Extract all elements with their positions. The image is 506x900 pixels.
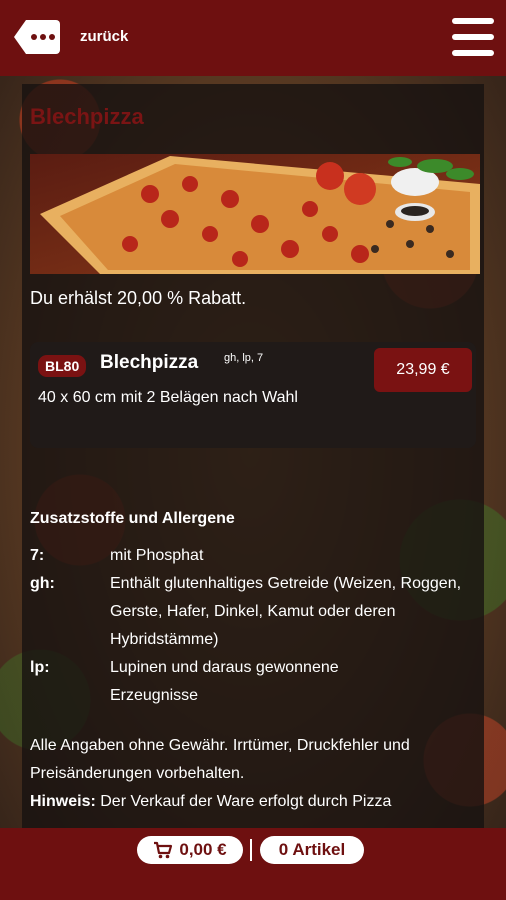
allergen-key: gh: bbox=[30, 575, 55, 592]
hamburger-menu-icon[interactable] bbox=[452, 18, 494, 56]
allergen-key: lp: bbox=[30, 659, 50, 676]
top-bar: zurück bbox=[0, 0, 506, 76]
bottom-cart-bar: 0,00 € 0 Artikel bbox=[0, 828, 506, 900]
content-panel: Blechpizza Du erhälst 20,00 % Rabatt. BL… bbox=[22, 84, 484, 830]
cart-icon bbox=[154, 841, 173, 859]
product-allergen-codes: gh, lp, 7 bbox=[224, 352, 264, 364]
hint-body: Der Verkauf der Ware erfolgt durch Pizza bbox=[100, 793, 392, 810]
allergen-row: lp: Lupinen und daraus gewonnene Erzeugn… bbox=[30, 654, 480, 710]
hint-label: Hinweis: bbox=[30, 793, 96, 810]
category-image bbox=[30, 154, 480, 274]
disclaimer-text: Alle Angaben ohne Gewähr. Irrtümer, Druc… bbox=[30, 737, 410, 782]
divider bbox=[250, 839, 252, 861]
discount-text: Du erhälst 20,00 % Rabatt. bbox=[30, 288, 247, 308]
allergens-title: Zusatzstoffe und Allergene bbox=[30, 510, 235, 527]
product-code-badge: BL80 bbox=[38, 355, 87, 377]
allergen-row: 7: mit Phosphat bbox=[30, 542, 480, 570]
back-label[interactable]: zurück bbox=[80, 28, 128, 45]
product-name: Blechpizza bbox=[100, 352, 199, 373]
category-title: Blechpizza bbox=[30, 104, 144, 129]
allergen-value: mit Phosphat bbox=[110, 547, 204, 564]
back-button[interactable] bbox=[14, 20, 60, 54]
allergen-value: Lupinen und daraus gewonnene Erzeugnisse bbox=[110, 659, 339, 704]
product-card[interactable]: BL80 Blechpizza gh, lp, 7 40 x 60 cm mit… bbox=[30, 342, 476, 448]
cart-total: 0,00 € bbox=[179, 840, 227, 859]
hint-text: Hinweis: Der Verkauf der Ware erfolgt du… bbox=[30, 788, 480, 816]
allergen-key: 7: bbox=[30, 547, 45, 564]
cart-total-button[interactable]: 0,00 € bbox=[137, 836, 243, 864]
allergen-row: gh: Enthält glutenhaltiges Getreide (Wei… bbox=[30, 570, 480, 654]
allergen-value: Enthält glutenhaltiges Getreide (Weizen,… bbox=[110, 575, 462, 648]
add-to-cart-price-button[interactable]: 23,99 € bbox=[374, 348, 472, 392]
back-bubble-icon bbox=[14, 20, 60, 54]
product-description: 40 x 60 cm mit 2 Belägen nach Wahl bbox=[38, 389, 298, 406]
cart-items-button[interactable]: 0 Artikel bbox=[260, 836, 364, 864]
